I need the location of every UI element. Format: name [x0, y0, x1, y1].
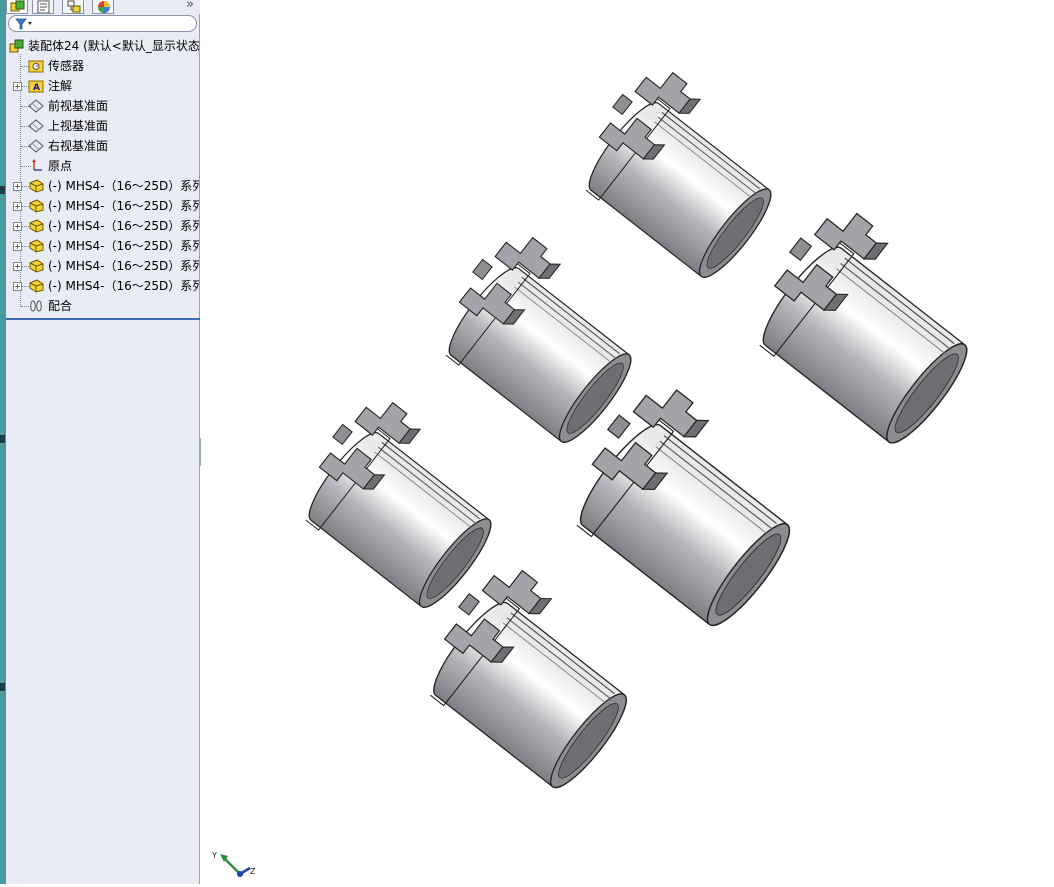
tree-item-component[interactable]: + (-) MHS4-（16～25D）系列	[6, 196, 200, 216]
component-icon	[29, 239, 44, 253]
origin-icon	[32, 159, 42, 171]
tree-item-label: (-) MHS4-（16～25D）系列	[48, 259, 200, 273]
configurationmanager-tab[interactable]	[62, 0, 84, 14]
tree-item-front-plane[interactable]: 前视基准面	[6, 96, 200, 116]
displaymanager-tab[interactable]	[92, 0, 114, 14]
tree-item-sensors[interactable]: 传感器	[6, 56, 200, 76]
strip-marker	[0, 435, 5, 443]
tree-item-component[interactable]: + (-) MHS4-（16～25D）系列	[6, 176, 200, 196]
tree-item-top-plane[interactable]: 上视基准面	[6, 116, 200, 136]
component-icon	[29, 199, 44, 213]
sensor-folder-icon	[28, 60, 44, 73]
tree-item-label: 前视基准面	[48, 99, 109, 113]
tree-item-origin[interactable]: 原点	[6, 156, 200, 176]
gripper-part-1[interactable]	[561, 56, 801, 289]
tree-item-component[interactable]: + (-) MHS4-（16～25D）系列	[6, 276, 200, 296]
triad-origin	[237, 871, 243, 877]
filter-icon	[15, 18, 32, 30]
color-wheel-icon	[98, 1, 110, 13]
featuremanager-tab[interactable]	[6, 0, 28, 14]
assembly-tree-icon	[10, 0, 25, 12]
strip-marker	[0, 683, 5, 691]
tree-item-right-plane[interactable]: 右视基准面	[6, 136, 200, 156]
triad-y-axis	[223, 857, 241, 875]
tree-item-annotations[interactable]: + A 注解	[6, 76, 200, 96]
tree-item-label: 右视基准面	[48, 139, 109, 153]
svg-text:A: A	[33, 83, 40, 93]
triad-y-label: Y	[211, 851, 217, 860]
tree-item-component[interactable]: + (-) MHS4-（16～25D）系列	[6, 216, 200, 236]
tree-root-assembly[interactable]: 装配体24 (默认<默认_显示状态	[6, 36, 200, 56]
tree-item-label: (-) MHS4-（16～25D）系列	[48, 199, 200, 213]
tree-item-label: (-) MHS4-（16～25D）系列	[48, 239, 200, 253]
strip-marker	[0, 186, 5, 194]
component-icon	[29, 219, 44, 233]
tree-item-label: 传感器	[48, 59, 85, 73]
assembly-icon	[9, 39, 24, 53]
mates-icon	[30, 300, 42, 312]
tree-item-mates[interactable]: 配合	[6, 296, 200, 316]
tree-item-label: (-) MHS4-（16～25D）系列	[48, 279, 200, 293]
orientation-triad: Y Z	[211, 851, 256, 877]
tree-bottom-divider	[6, 318, 200, 320]
component-icon	[29, 259, 44, 273]
feature-manager-panel: » 装配体24 (默认<默认_显示状态 传感器 + A 注解 前视基准面 上视基…	[6, 0, 200, 884]
property-sheet-icon	[37, 0, 50, 13]
tree-item-label: 配合	[48, 299, 73, 313]
tree-item-label: 上视基准面	[48, 119, 109, 133]
annotation-folder-icon: A	[28, 80, 44, 93]
tree-item-label: (-) MHS4-（16～25D）系列	[48, 219, 200, 233]
gripper-part-4[interactable]	[281, 386, 521, 619]
gripper-part-2[interactable]	[421, 221, 661, 454]
root-label: 装配体24 (默认<默认_显示状态	[28, 39, 200, 53]
component-icon	[29, 179, 44, 193]
model-view[interactable]	[201, 0, 1054, 884]
component-icon	[29, 279, 44, 293]
gripper-part-3[interactable]	[732, 194, 1001, 455]
configuration-icon	[67, 0, 81, 13]
tree-item-label: (-) MHS4-（16～25D）系列	[48, 179, 200, 193]
manager-tab-bar: »	[6, 0, 200, 14]
tree-item-component[interactable]: + (-) MHS4-（16～25D）系列	[6, 256, 200, 276]
tab-overflow-button[interactable]: »	[186, 0, 194, 12]
plane-icon	[28, 139, 44, 153]
tree-item-label: 原点	[48, 159, 73, 173]
propertymanager-tab[interactable]	[32, 0, 54, 14]
graphics-area[interactable]	[201, 0, 1054, 884]
tree-filter-input[interactable]	[8, 15, 197, 32]
tree-item-label: 注解	[48, 79, 73, 93]
tree-item-component[interactable]: + (-) MHS4-（16～25D）系列	[6, 236, 200, 256]
plane-icon	[28, 119, 44, 133]
plane-icon	[28, 99, 44, 113]
triad-z-label: Z	[250, 867, 256, 876]
